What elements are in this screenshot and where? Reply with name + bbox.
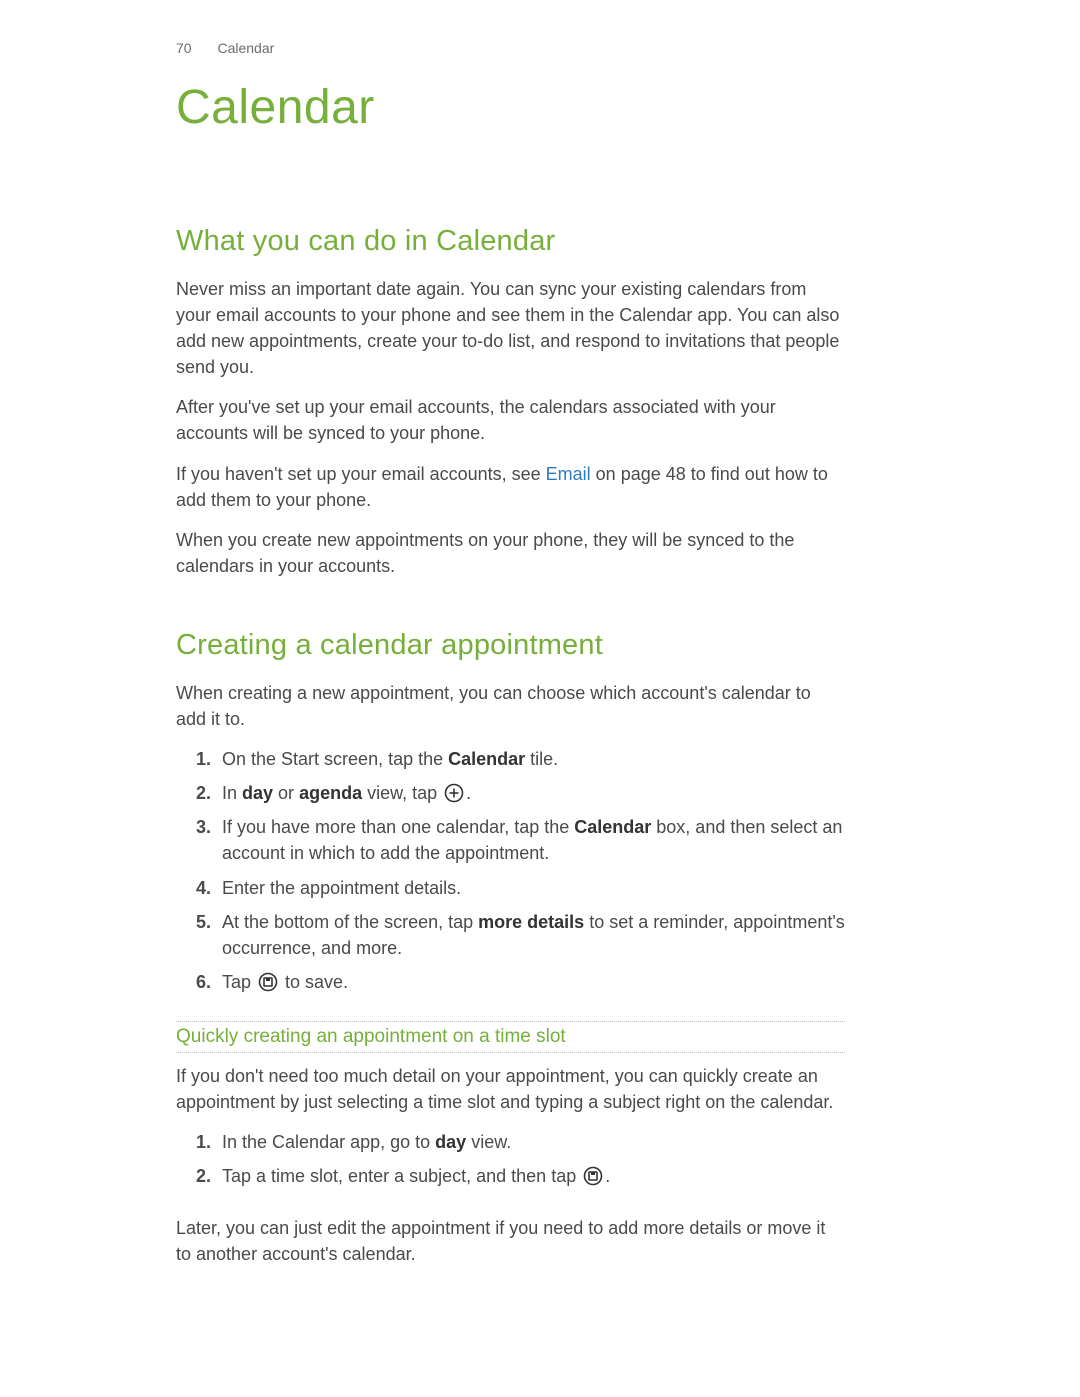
- body-paragraph: After you've set up your email accounts,…: [176, 394, 845, 446]
- page-number: 70: [176, 40, 192, 56]
- text-run: view.: [466, 1132, 511, 1152]
- bold-text: day: [242, 783, 273, 803]
- header-section-name: Calendar: [217, 40, 274, 56]
- save-circle-icon: [258, 972, 278, 992]
- bold-text: Calendar: [574, 817, 651, 837]
- steps-list: In the Calendar app, go to day view. Tap…: [176, 1129, 845, 1197]
- text-run: If you haven't set up your email account…: [176, 464, 546, 484]
- text-run: Tap: [222, 972, 256, 992]
- body-paragraph: If you haven't set up your email account…: [176, 461, 845, 513]
- text-run: view, tap: [362, 783, 442, 803]
- subheading-quick-create: Quickly creating an appointment on a tim…: [176, 1021, 845, 1053]
- body-paragraph: When you create new appointments on your…: [176, 527, 845, 579]
- text-run: In: [222, 783, 242, 803]
- save-circle-icon: [583, 1166, 603, 1186]
- step-item: If you have more than one calendar, tap …: [196, 814, 845, 874]
- text-run: to save.: [280, 972, 348, 992]
- page-title: Calendar: [176, 80, 845, 135]
- step-item: In day or agenda view, tap .: [196, 780, 845, 814]
- step-item: Tap a time slot, enter a subject, and th…: [196, 1163, 845, 1197]
- text-run: At the bottom of the screen, tap: [222, 912, 478, 932]
- step-item: Enter the appointment details.: [196, 875, 845, 909]
- step-item: At the bottom of the screen, tap more de…: [196, 909, 845, 969]
- step-item: In the Calendar app, go to day view.: [196, 1129, 845, 1163]
- step-item: Tap to save.: [196, 969, 845, 1003]
- bold-text: agenda: [299, 783, 362, 803]
- bold-text: day: [435, 1132, 466, 1152]
- step-item: On the Start screen, tap the Calendar ti…: [196, 746, 845, 780]
- text-run: If you have more than one calendar, tap …: [222, 817, 574, 837]
- body-paragraph: When creating a new appointment, you can…: [176, 680, 845, 732]
- steps-list: On the Start screen, tap the Calendar ti…: [176, 746, 845, 1003]
- text-run: In the Calendar app, go to: [222, 1132, 435, 1152]
- plus-circle-icon: [444, 783, 464, 803]
- email-link[interactable]: Email: [546, 464, 591, 484]
- bold-text: Calendar: [448, 749, 525, 769]
- text-run: tile.: [525, 749, 558, 769]
- text-run: Tap a time slot, enter a subject, and th…: [222, 1166, 581, 1186]
- text-run: .: [466, 783, 471, 803]
- running-header: 70 Calendar: [176, 40, 845, 56]
- bold-text: more details: [478, 912, 584, 932]
- text-run: Enter the appointment details.: [222, 878, 461, 898]
- body-paragraph: If you don't need too much detail on you…: [176, 1063, 845, 1115]
- text-run: .: [605, 1166, 610, 1186]
- page: 70 Calendar Calendar What you can do in …: [0, 0, 1080, 1397]
- section-heading-creating-appointment: Creating a calendar appointment: [176, 629, 845, 662]
- text-run: On the Start screen, tap the: [222, 749, 448, 769]
- text-run: or: [273, 783, 299, 803]
- section-heading-what-you-can-do: What you can do in Calendar: [176, 225, 845, 258]
- body-paragraph: Never miss an important date again. You …: [176, 276, 845, 380]
- body-paragraph: Later, you can just edit the appointment…: [176, 1215, 845, 1267]
